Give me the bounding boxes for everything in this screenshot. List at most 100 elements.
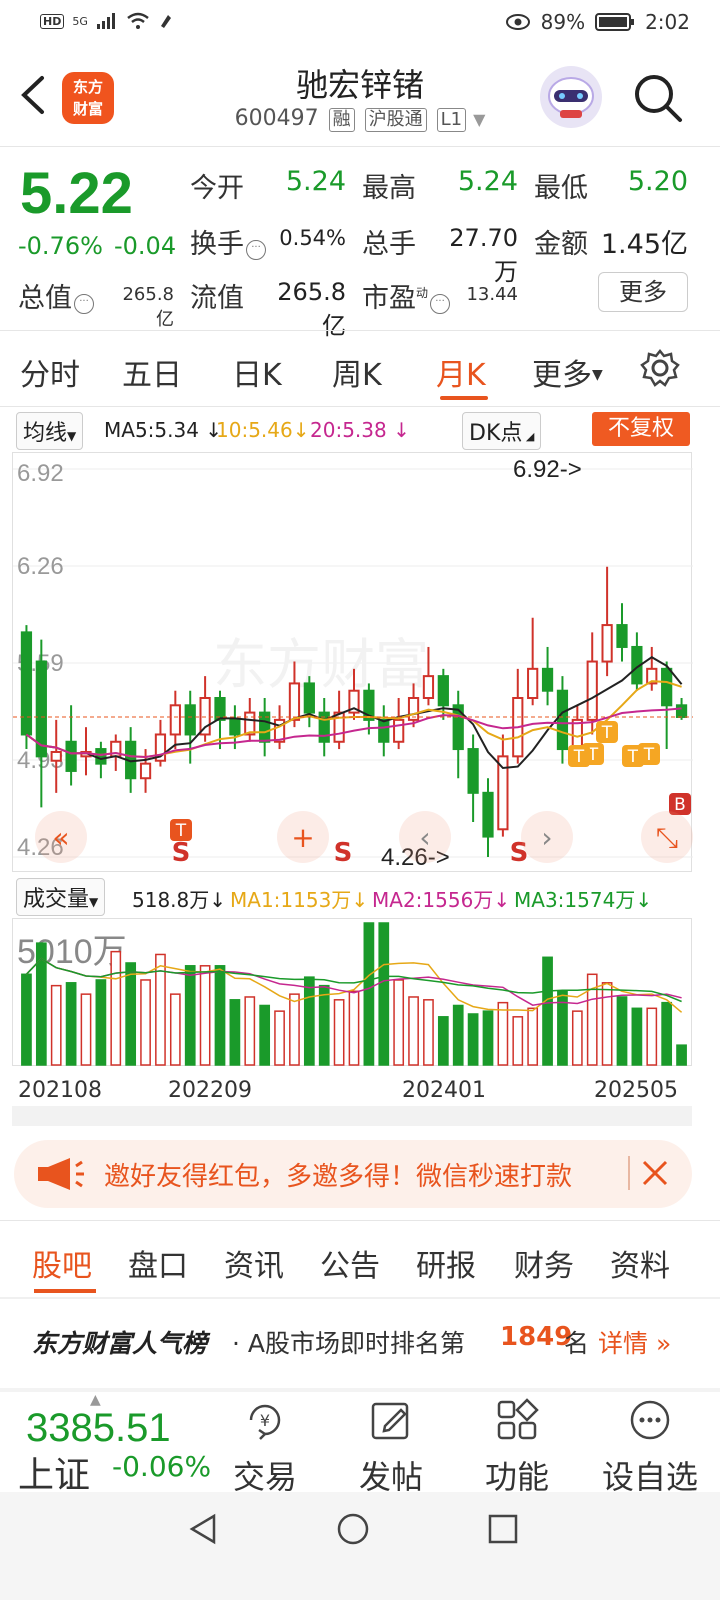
candle-body [482,791,494,838]
volume-chart[interactable]: 5010万 [12,918,692,1066]
nav-trade[interactable]: ¥ 交易 [210,1398,320,1498]
battery-icon [595,13,635,31]
candle-body [393,718,405,743]
candle-body [288,682,301,721]
candle-body [571,718,583,751]
volume-max-label: 5010万 [17,933,127,971]
volume-bar [527,1007,539,1066]
vol-text: 518.8万 [132,888,210,912]
tab-weekly[interactable]: 周K [332,350,382,394]
tab-research[interactable]: 研报 [416,1241,476,1285]
tab-more[interactable]: 更多▼ [532,350,603,394]
popularity-rank[interactable]: 东方财富人气榜 · A股市场即时排名第 1849 名 详情 » [0,1300,720,1380]
tabs-divider [0,406,720,407]
signal-label: T [627,747,639,767]
vol-ma3-text: MA3:1574万 [514,888,636,912]
kline-svg: 6.926.265.594.934.26东方财富6.92->4.26->TTTT… [13,456,693,871]
volume-label: 总手 [362,229,416,260]
close-icon[interactable] [640,1158,670,1188]
caret-down-icon: ▼ [89,895,99,909]
tab-announcements[interactable]: 公告 [320,1241,380,1285]
search-icon[interactable] [630,70,686,126]
tab-guba[interactable]: 股吧 [32,1241,92,1285]
period-tabs: 分时 五日 日K 周K 月K 更多▼ [0,340,720,406]
y-tick-label: 6.92 [17,460,64,487]
rank-detail-link[interactable]: 详情 » [598,1324,671,1360]
float-value: 265.8亿 [277,278,346,340]
candle-body [601,624,613,663]
nav-functions[interactable]: 功能 [462,1398,572,1498]
volume-svg: 5010万 [17,922,687,1066]
dk-select[interactable]: DK点 ◢ [462,412,542,450]
volume-bar [676,1044,687,1066]
x-axis-band [12,1106,692,1126]
index-value[interactable]: 3385.51 [26,1406,171,1451]
ma10-text: 10:5.46 [216,418,293,442]
app-root: HD 5G 89% 2:02 东方 财富 驰宏锌锗 600497 融 沪股通 L1… [0,0,720,1600]
battery-percent: 89% [540,10,586,34]
wifi-icon [127,12,149,29]
more-dots-icon[interactable]: ··· [246,240,266,260]
tab-5day[interactable]: 五日 [122,350,182,394]
ma20-value: 20:5.38 ↓ [310,418,410,442]
volume-bar [408,996,419,1066]
more-dots-icon[interactable]: ··· [430,294,451,314]
candle-body [556,689,569,751]
tab-profile[interactable]: 资料 [610,1241,670,1285]
tab-intraday[interactable]: 分时 [20,350,80,394]
candle-body [378,718,390,743]
open-value: 5.24 [285,166,346,197]
gear-icon[interactable] [640,348,680,388]
mktcap-label-text: 总值 [18,283,72,314]
promo-banner[interactable]: 邀好友得红包，多邀多得！微信秒速打款 [14,1140,692,1208]
volume-bar [318,984,330,1066]
amount-label: 金额 [534,229,588,260]
system-nav-bar [0,1492,720,1600]
candle-body [139,762,152,780]
nav-back-icon[interactable] [186,1512,220,1546]
y-tick-label: 6.26 [17,553,64,580]
nav-post[interactable]: 发帖 [336,1398,446,1498]
volume-indicator-select[interactable]: 成交量▼ [16,878,106,916]
x-label-1: 202209 [168,1078,252,1103]
kline-chart[interactable]: 6.926.265.594.934.26东方财富6.92->4.26->TTTT… [12,452,693,872]
tab-daily[interactable]: 日K [232,350,282,394]
megaphone-icon [38,1158,84,1190]
signal-label: T [573,747,585,767]
tab-news[interactable]: 资讯 [224,1241,284,1285]
tab-monthly[interactable]: 月K [436,350,486,394]
tab-finance[interactable]: 财务 [514,1241,574,1285]
indicator-select[interactable]: 均线▼ [16,412,84,450]
more-button[interactable]: 更多 [598,272,688,312]
adjust-button[interactable]: 不复权 [592,412,690,446]
assistant-avatar[interactable] [540,66,602,128]
more-dots-icon[interactable]: ··· [74,294,94,314]
signal-marker-t: T [568,745,590,767]
nav-home-icon[interactable] [336,1512,370,1546]
current-price: 5.22 [20,161,133,226]
pe-value: 13.44 [466,284,518,305]
vol-ma1: MA1:1153万↓ [230,888,369,912]
candle-body [184,704,196,736]
nav-add-watchlist[interactable]: 设自选 [588,1398,712,1498]
nav-recents-icon[interactable] [486,1512,520,1546]
ma20-text: 20:5.38 [310,418,387,442]
volume-bar [452,1004,464,1066]
ma5-value: MA5:5.34 ↓ [104,418,223,442]
volume-bar [50,984,62,1066]
volume-bar [437,1016,449,1066]
high-label: 最高 [362,173,416,204]
stock-code-row[interactable]: 600497 融 沪股通 L1 ▼ [0,106,720,132]
candle-body [169,704,181,736]
content-tab-indicator [34,1289,96,1293]
volume-bar [423,999,434,1066]
volume-bar [661,1001,673,1066]
candle-body [65,740,77,772]
pe-label-text: 市盈 [362,283,416,314]
double-chevron-icon: » [648,1329,672,1358]
content-tabs-divider [0,1297,720,1299]
volume-bar [80,993,92,1066]
volume-bar [95,979,107,1066]
volume-bar [21,973,32,1066]
tab-pankou[interactable]: 盘口 [128,1241,188,1285]
